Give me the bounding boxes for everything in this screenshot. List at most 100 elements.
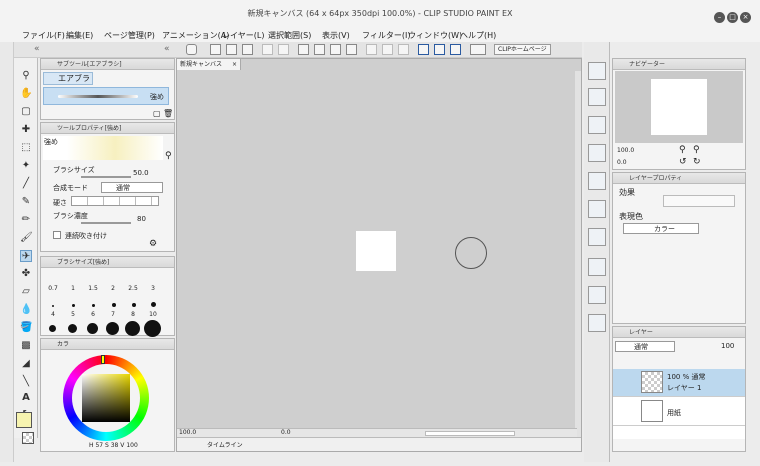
brush-size-0[interactable]: 0.7: [45, 285, 61, 292]
menu-filter[interactable]: フィルター(I): [362, 30, 410, 41]
lasso-icon[interactable]: [330, 44, 341, 55]
move-tool-icon[interactable]: ✚: [20, 124, 32, 136]
brush-size-7[interactable]: 5: [65, 311, 81, 318]
navigator-zoom-value[interactable]: 100.0: [617, 147, 634, 154]
navigator-tab[interactable]: ナビゲーター: [629, 61, 665, 68]
canvas-angle-value[interactable]: 0.0: [281, 429, 291, 436]
perspective-icon[interactable]: [434, 44, 445, 55]
brush-size-11[interactable]: 10: [145, 311, 161, 318]
brush-size-4[interactable]: 2.5: [125, 285, 141, 292]
layer-tab[interactable]: レイヤー: [629, 329, 653, 336]
redo-icon[interactable]: [278, 44, 289, 55]
menu-animation[interactable]: アニメーション(A): [162, 30, 229, 41]
undo-icon[interactable]: [262, 44, 273, 55]
color-wheel-tab[interactable]: カラ: [57, 341, 69, 348]
display-icon[interactable]: [470, 44, 486, 55]
material-figure-icon[interactable]: [588, 314, 606, 332]
save-icon[interactable]: [242, 44, 253, 55]
layer-row[interactable]: 用紙: [613, 398, 745, 426]
main-color-swatch[interactable]: [16, 412, 32, 428]
layer-property-tab[interactable]: レイヤープロパティ: [629, 175, 682, 182]
brush-tool-icon[interactable]: 🖌: [20, 232, 33, 244]
brush-size-2[interactable]: 1.5: [85, 285, 101, 292]
symmetry-icon[interactable]: [450, 44, 461, 55]
brush-size-10[interactable]: 8: [125, 311, 141, 318]
open-icon[interactable]: [226, 44, 237, 55]
cursor-icon[interactable]: [298, 44, 309, 55]
new-icon[interactable]: [210, 44, 221, 55]
fill-icon[interactable]: [382, 44, 393, 55]
menu-select[interactable]: 選択範囲(S): [268, 30, 311, 41]
rotate-tool-icon[interactable]: ▢: [20, 106, 32, 118]
zoom-tool-icon[interactable]: ⚲: [20, 70, 32, 82]
menu-view[interactable]: 表示(V): [322, 30, 350, 41]
deselect-icon[interactable]: [398, 44, 409, 55]
navigator-zoom-out-icon[interactable]: ⚲: [679, 145, 686, 155]
transparent-color-swatch[interactable]: [22, 432, 34, 444]
subtool-item-strong[interactable]: 強め: [43, 87, 169, 105]
ruler-icon[interactable]: [418, 44, 429, 55]
brush-size-9[interactable]: 7: [105, 311, 121, 318]
clip-home-button[interactable]: CLIPホームページ: [494, 44, 551, 55]
property-zoom-icon[interactable]: ⚲: [165, 151, 172, 161]
hue-marker[interactable]: [101, 355, 105, 364]
hue-ring[interactable]: [63, 355, 149, 441]
hardness-selector[interactable]: [71, 196, 159, 206]
menu-edit[interactable]: 編集(E): [66, 30, 93, 41]
maximize-button[interactable]: □: [727, 12, 738, 23]
fill-tool-icon[interactable]: 🪣: [20, 322, 32, 334]
brush-size-8[interactable]: 6: [85, 311, 101, 318]
material-image-icon[interactable]: [588, 172, 606, 190]
material-3d-icon[interactable]: [588, 286, 606, 304]
eraser-tool-icon[interactable]: ▱: [20, 286, 32, 298]
layer-name[interactable]: レイヤー 1: [667, 383, 701, 393]
collapse-left-icon[interactable]: «: [34, 44, 40, 54]
canvas-paper[interactable]: [356, 231, 396, 271]
subtool-delete-icon[interactable]: 🗑: [163, 109, 173, 118]
menu-window[interactable]: ウィンドウ(W): [408, 30, 462, 41]
eyedropper-icon[interactable]: ╱: [20, 178, 32, 190]
material-landscape-icon[interactable]: [588, 228, 606, 246]
brush-size-6[interactable]: 4: [45, 311, 61, 318]
minimize-button[interactable]: –: [714, 12, 725, 23]
menu-page[interactable]: ページ管理(P): [104, 30, 155, 41]
menu-layer[interactable]: レイヤー(L): [222, 30, 264, 41]
hand-tool-icon[interactable]: ✋: [20, 88, 32, 100]
blend-tool-icon[interactable]: 💧: [20, 304, 32, 316]
close-tab-icon[interactable]: ×: [232, 59, 237, 70]
material-delete-icon[interactable]: [588, 116, 606, 134]
layer-name[interactable]: 用紙: [667, 408, 681, 418]
gradient-tool-icon[interactable]: ▩: [20, 340, 32, 352]
material-icon[interactable]: [588, 62, 606, 80]
brush-size-5[interactable]: 3: [145, 285, 161, 292]
navigator-rotate-icon[interactable]: ↺: [679, 157, 687, 167]
layer-opacity-value[interactable]: 100: [721, 342, 734, 350]
selection-tool-icon[interactable]: ⬚: [20, 142, 32, 154]
canvas-tab[interactable]: 新規キャンバス ×: [177, 59, 241, 70]
brush-size-value[interactable]: 50.0: [133, 169, 149, 177]
expression-color-select[interactable]: カラー: [623, 223, 699, 234]
pen-tool-icon[interactable]: ✎: [20, 196, 32, 208]
effect-buttons[interactable]: [663, 195, 735, 207]
material-folder-icon[interactable]: [588, 88, 606, 106]
layer-row[interactable]: 100 % 通常 レイヤー 1: [613, 369, 745, 397]
decoration-tool-icon[interactable]: ✤: [20, 268, 32, 280]
magic-wand-icon[interactable]: ✦: [20, 160, 32, 172]
density-value[interactable]: 80: [137, 215, 146, 223]
navigator-zoom-in-icon[interactable]: ⚲: [693, 145, 700, 155]
navigator-angle-value[interactable]: 0.0: [617, 159, 627, 166]
navigator-preview[interactable]: [615, 71, 743, 143]
continuous-checkbox[interactable]: [53, 231, 61, 239]
pencil-tool-icon[interactable]: ✏: [20, 214, 32, 226]
density-slider[interactable]: [81, 222, 131, 224]
airbrush-tool-icon[interactable]: ✈: [20, 250, 32, 262]
horizontal-scrollbar[interactable]: [425, 431, 515, 436]
material-brush-icon[interactable]: [588, 200, 606, 218]
subtool-group-tab[interactable]: エアブラシ: [43, 72, 93, 95]
brush-size-3[interactable]: 2: [105, 285, 121, 292]
close-button[interactable]: ×: [740, 12, 751, 23]
canvas-zoom-value[interactable]: 100.0: [179, 429, 196, 436]
navigator-rotate-cw-icon[interactable]: ↻: [693, 157, 701, 167]
select-icon[interactable]: [314, 44, 325, 55]
collapse-right-icon[interactable]: «: [164, 44, 170, 54]
